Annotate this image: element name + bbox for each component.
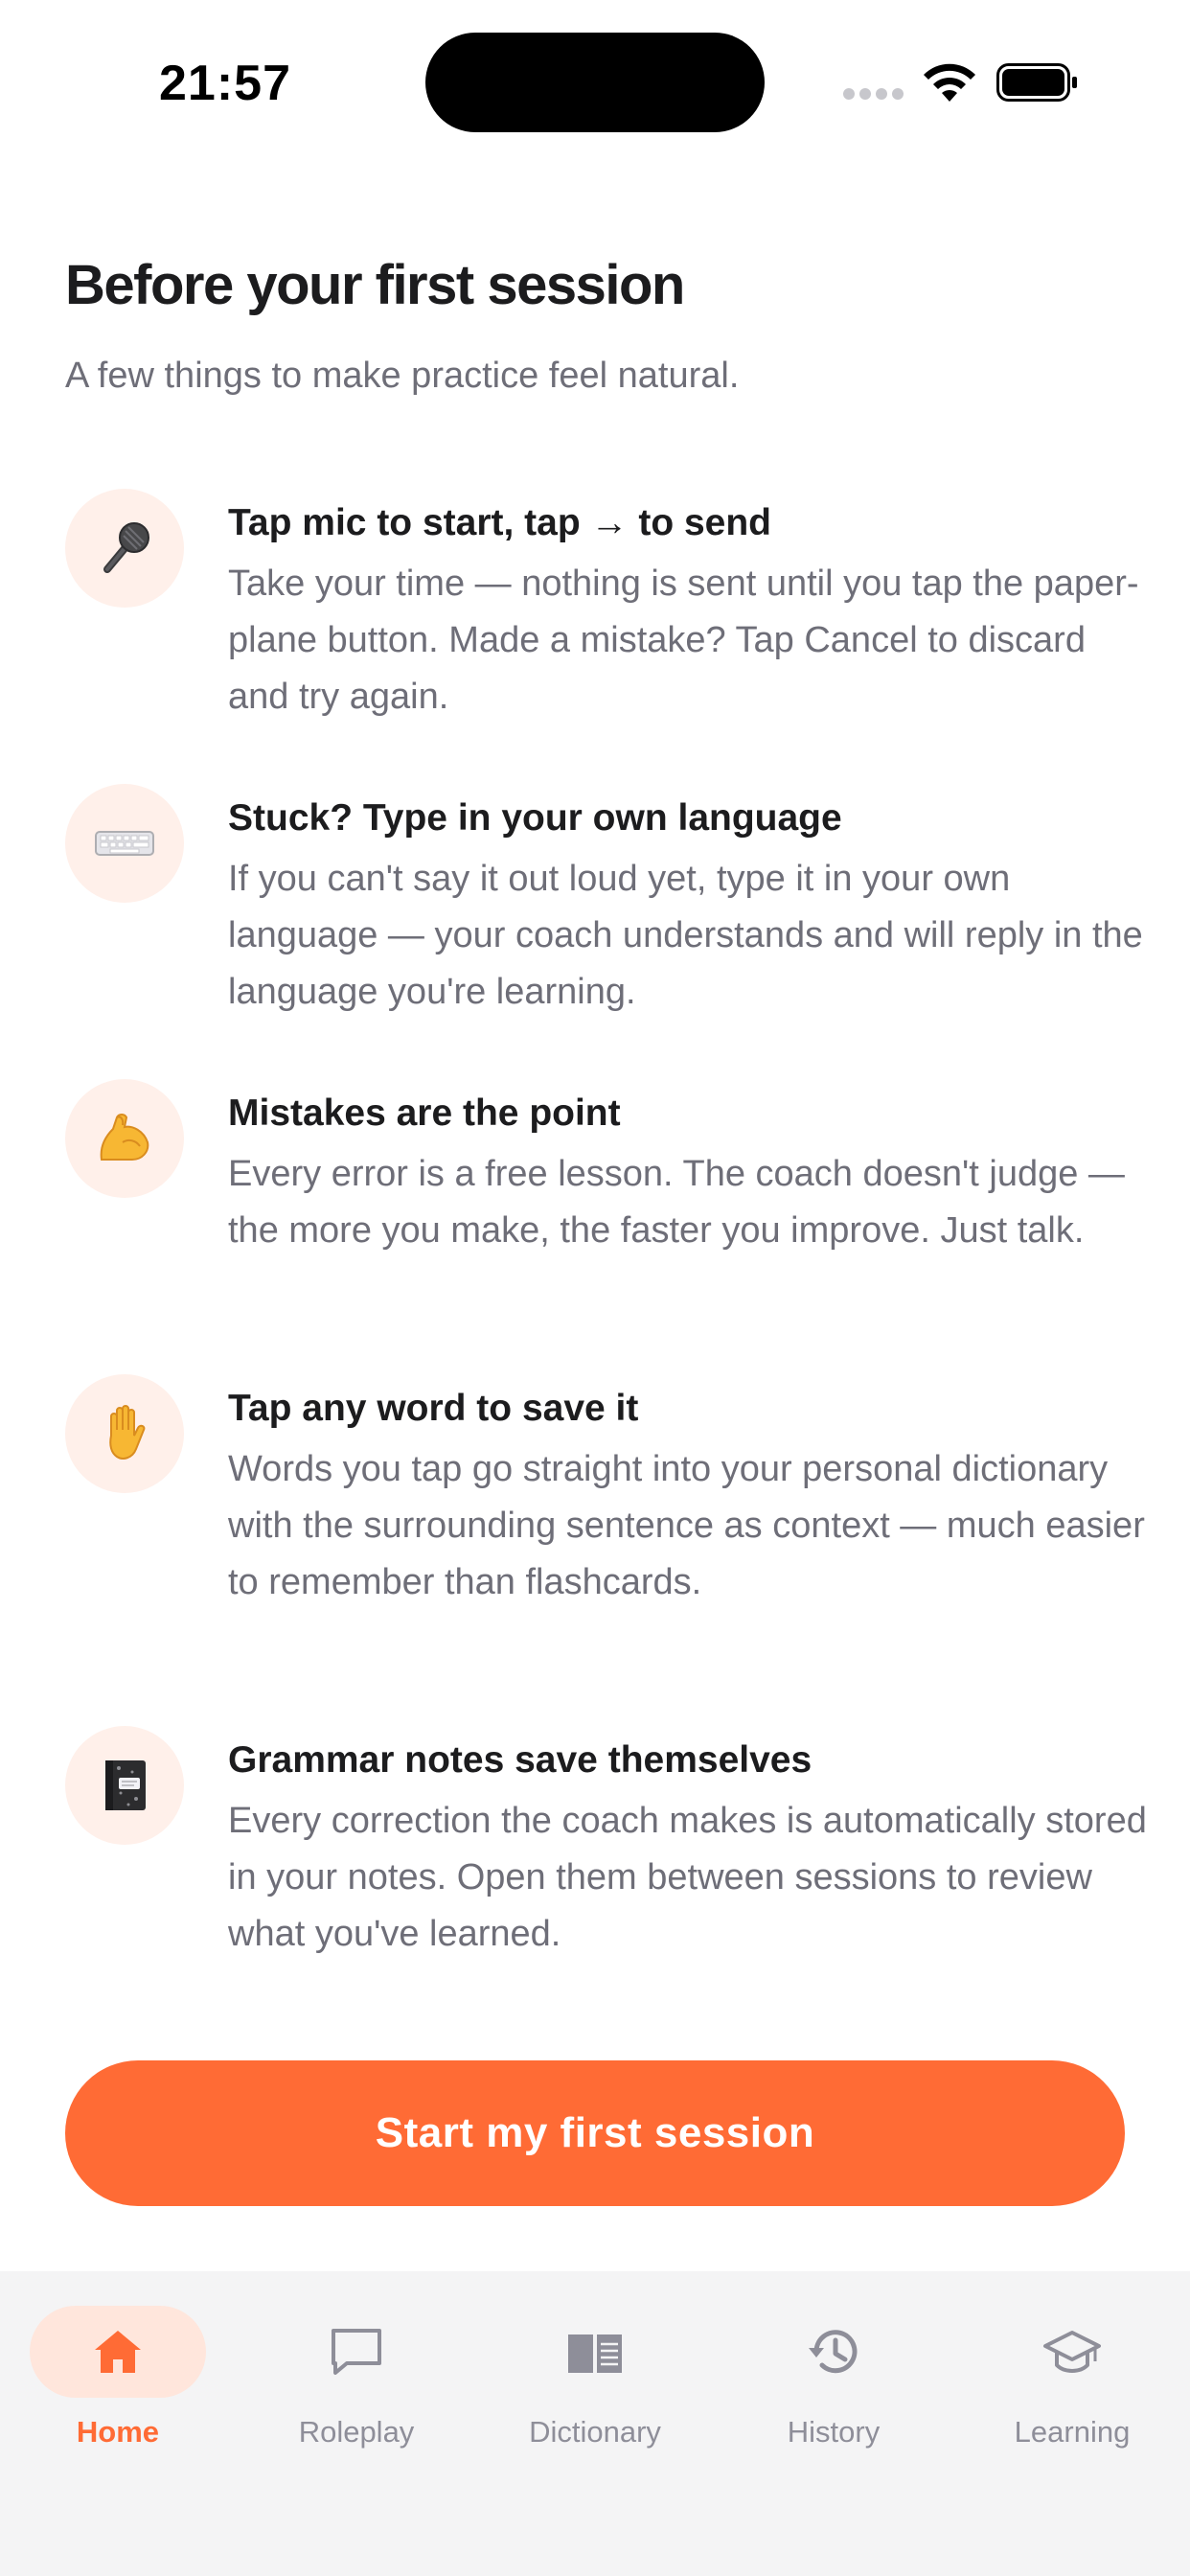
page-title: Before your first session [65,254,685,316]
tip-body: Every error is a free lesson. The coach … [228,1154,1125,1251]
dynamic-island [425,33,765,132]
tip-title: Tap any word to save it [228,1388,639,1429]
microphone-icon [65,489,184,608]
flexed-biceps-icon [65,1079,184,1198]
tip-title: Mistakes are the point [228,1092,621,1134]
start-first-session-button[interactable]: Start my first session [65,2060,1125,2206]
tab-label: Learning [1014,2415,1131,2449]
tip-body: Every correction the coach makes is auto… [228,1801,1147,1954]
tip-body: Take your time — nothing is sent until y… [228,564,1139,717]
tip-body: Words you tap go straight into your pers… [228,1449,1145,1602]
status-time: 21:57 [159,56,291,111]
cellular-signal-icon [843,88,904,102]
tip-title: Stuck? Type in your own language [228,797,842,839]
raised-hand-icon [65,1374,184,1493]
tab-dictionary[interactable]: Dictionary [490,2306,700,2459]
keyboard-icon [65,784,184,903]
wifi-icon [924,63,975,102]
home-icon [95,2331,141,2373]
status-bar: 21:57 [0,0,1190,163]
onboarding-screen: 21:57 Before your first session A few th… [0,0,1190,2576]
tab-label: Roleplay [298,2415,415,2449]
notebook-icon [65,1726,184,1845]
tip-title: Grammar notes save themselves [228,1739,812,1781]
battery-icon [996,63,1077,102]
tab-home[interactable]: Home [12,2306,223,2459]
tab-label: Dictionary [529,2415,661,2449]
tab-history[interactable]: History [728,2306,939,2459]
page-subtitle: A few things to make practice feel natur… [65,356,740,396]
bottom-tab-bar: Home Roleplay Dictionary History Learnin… [0,2271,1190,2576]
tip-title: Tap mic to start, tap → to send [228,502,772,543]
chat-bubble-icon [332,2329,381,2375]
tab-label: History [787,2415,881,2449]
graduation-cap-icon [1043,2331,1101,2373]
tab-label: Home [76,2415,160,2449]
history-icon [809,2330,858,2374]
book-icon [568,2334,622,2373]
tab-roleplay[interactable]: Roleplay [251,2306,462,2459]
tab-learning[interactable]: Learning [967,2306,1178,2459]
tip-body: If you can't say it out loud yet, type i… [228,859,1143,1012]
